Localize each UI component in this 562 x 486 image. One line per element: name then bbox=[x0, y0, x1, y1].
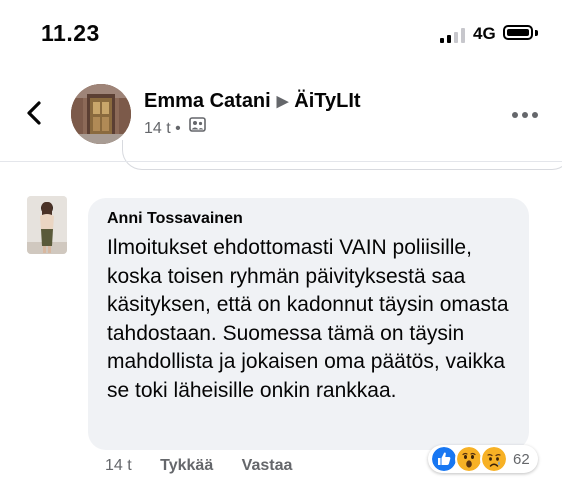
sad-reaction-icon bbox=[480, 445, 508, 473]
more-dots-icon bbox=[522, 112, 528, 118]
comment-text: Ilmoitukset ehdottomasti VAIN poliisille… bbox=[107, 236, 509, 402]
author-photo bbox=[71, 84, 131, 144]
commenter-name[interactable]: Anni Tossavainen bbox=[107, 210, 243, 228]
like-button[interactable]: Tykkää bbox=[160, 457, 213, 475]
commenter-photo bbox=[27, 196, 67, 254]
reaction-count: 62 bbox=[513, 450, 530, 468]
post-time: 14 t • bbox=[144, 120, 181, 138]
signal-icon bbox=[440, 27, 466, 43]
author-avatar[interactable] bbox=[71, 84, 131, 144]
battery-nub bbox=[535, 30, 538, 36]
more-dots-icon bbox=[532, 112, 538, 118]
comment-bubble[interactable]: Anni Tossavainen Ilmoitukset ehdottomast… bbox=[88, 198, 529, 450]
triangle-right-icon: ▶ bbox=[276, 93, 289, 110]
post-title: Emma Catani ▶ ÄiTyLIt bbox=[144, 90, 361, 113]
comment-time: 14 t bbox=[105, 457, 132, 474]
status-bar: 11.23 4G bbox=[0, 0, 562, 66]
post-content-edge bbox=[122, 140, 562, 170]
back-button[interactable] bbox=[22, 100, 48, 126]
battery-icon bbox=[503, 25, 533, 40]
comment-actions: 14 t Tykkää Vastaa bbox=[105, 457, 292, 475]
author-name[interactable]: Emma Catani bbox=[144, 90, 271, 112]
wow-reaction-icon bbox=[455, 445, 483, 473]
more-dots-icon bbox=[512, 112, 518, 118]
reaction-summary[interactable]: 62 bbox=[428, 445, 538, 473]
section-divider bbox=[0, 161, 562, 162]
commenter-avatar[interactable] bbox=[27, 196, 67, 254]
members-icon bbox=[189, 117, 206, 137]
group-name[interactable]: ÄiTyLIt bbox=[294, 90, 360, 112]
like-reaction-icon bbox=[430, 445, 458, 473]
chevron-left-icon bbox=[27, 101, 41, 125]
reply-button[interactable]: Vastaa bbox=[242, 457, 293, 475]
post-meta: 14 t • bbox=[144, 117, 206, 139]
network-label: 4G bbox=[473, 24, 496, 43]
more-options-button[interactable] bbox=[512, 108, 540, 122]
status-time: 11.23 bbox=[41, 20, 100, 46]
